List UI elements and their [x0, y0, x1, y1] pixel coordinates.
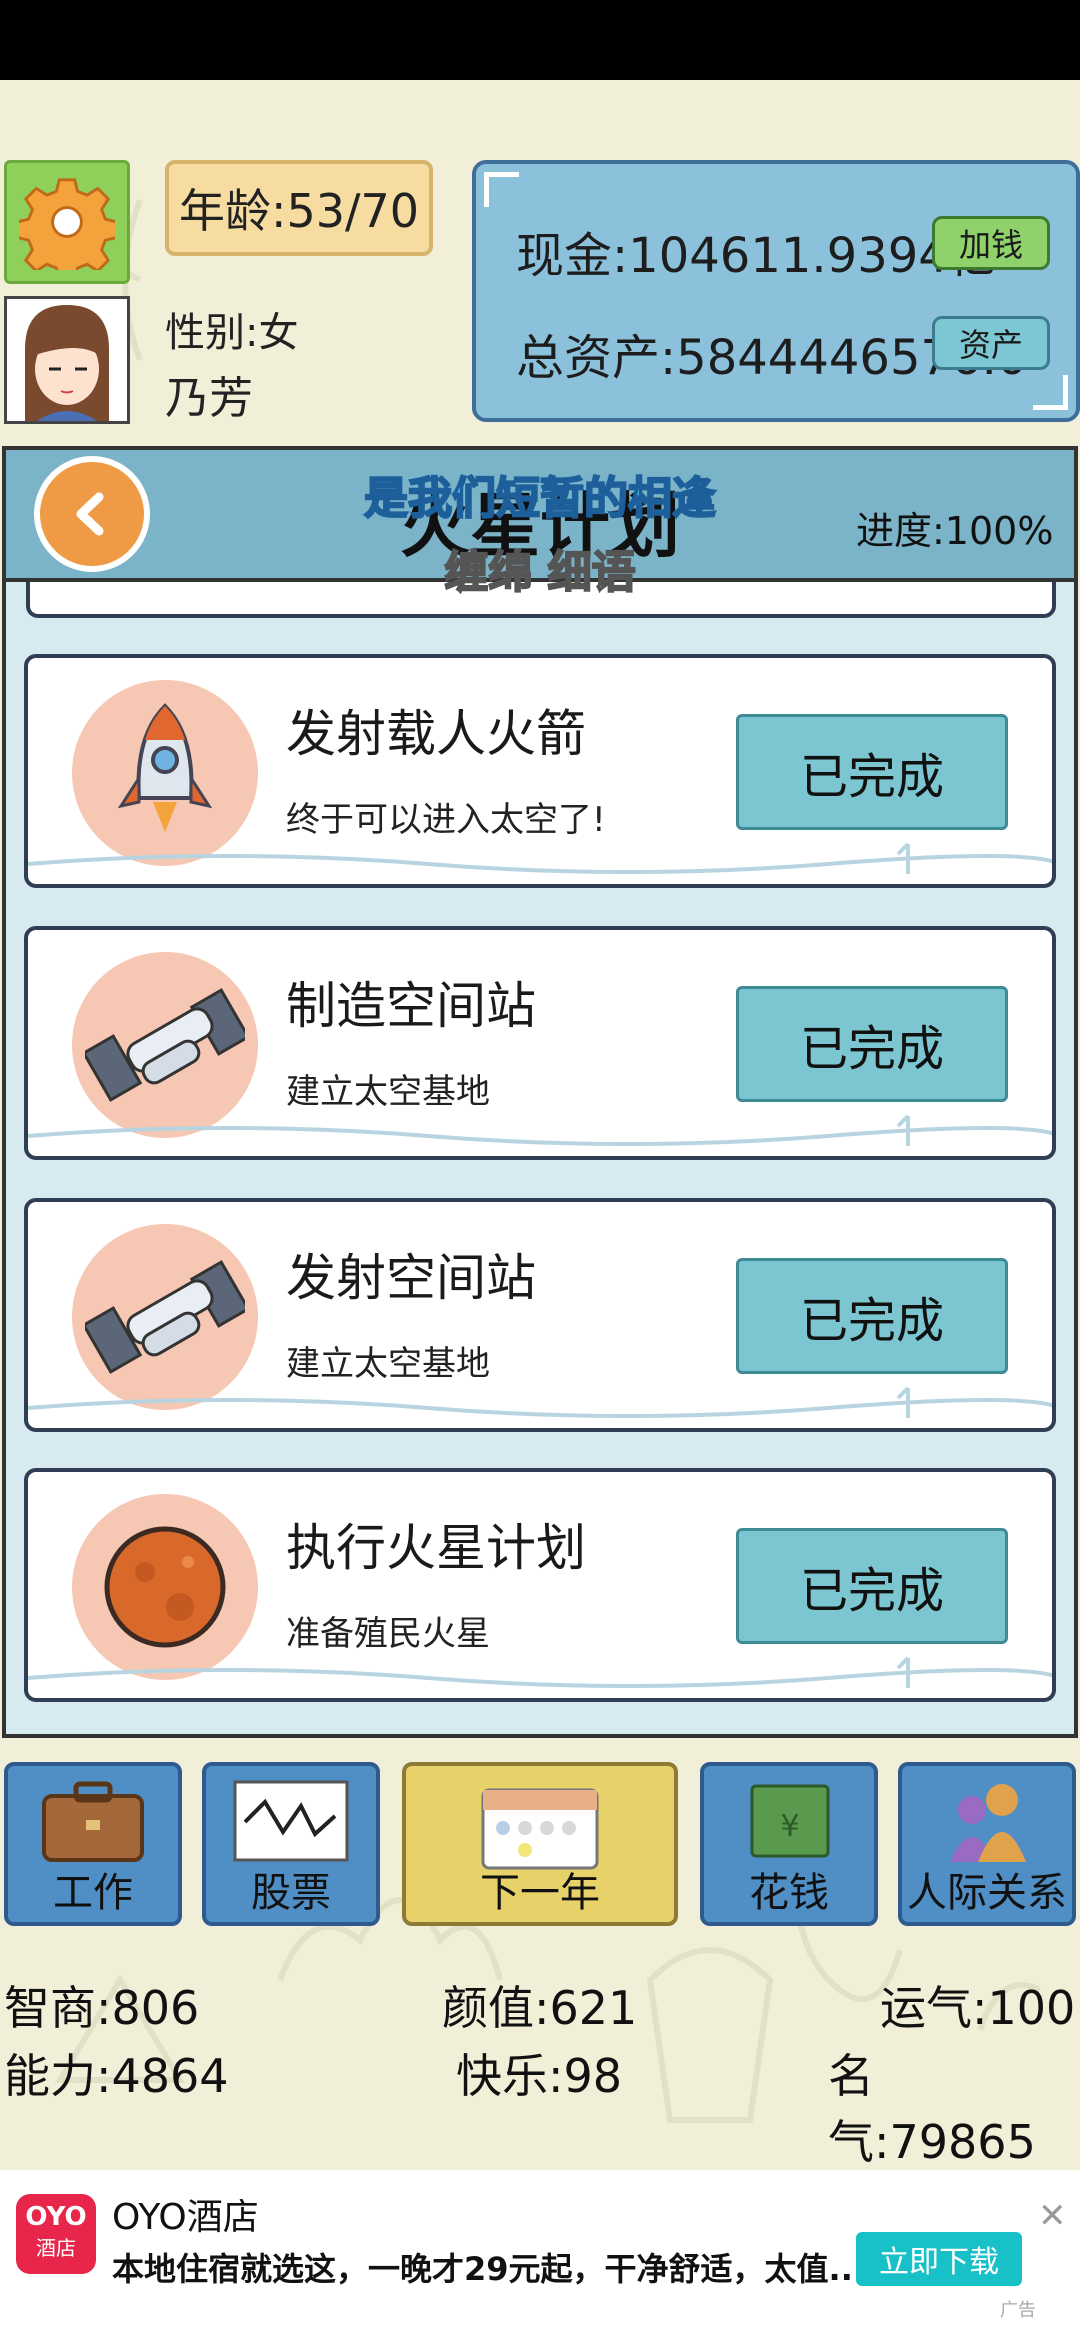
- task-title: 发射空间站: [286, 1249, 536, 1307]
- money-panel: 现金:104611.9394亿 总资产:5844446576.0 加钱 资产: [472, 160, 1080, 422]
- cash-stack-icon: ¥: [750, 1784, 830, 1858]
- task-card: 发射载人火箭 终于可以进入太空了! 已完成: [24, 654, 1056, 888]
- stat-fame: 名气:79865: [828, 2049, 1036, 2169]
- task-completed-button[interactable]: 已完成: [736, 1528, 1008, 1644]
- svg-text:¥: ¥: [780, 1809, 799, 1844]
- briefcase-icon: [42, 1781, 144, 1862]
- gender-label: 性别:女: [165, 310, 299, 356]
- oyo-logo: OYO 酒店: [16, 2194, 96, 2274]
- nav-label: 股票: [251, 1870, 331, 1916]
- nav-relations-button[interactable]: 人际关系: [898, 1762, 1076, 1926]
- nav-label: 花钱: [749, 1870, 829, 1916]
- ad-download-button[interactable]: 立即下载: [856, 2232, 1022, 2286]
- stock-chart-icon: [233, 1780, 349, 1862]
- settings-button[interactable]: [4, 160, 130, 284]
- player-name: 乃芳: [165, 373, 253, 424]
- task-title: 发射载人火箭: [286, 705, 586, 763]
- nav-stocks-button[interactable]: 股票: [202, 1762, 380, 1926]
- girl-portrait-icon: [7, 299, 127, 421]
- lyric-overlay-line: 是我们短暂的相逢: [363, 472, 717, 525]
- stat-iq: 智商:806: [4, 1981, 200, 2035]
- task-card: 发射空间站 建立太空基地 已完成: [24, 1198, 1056, 1432]
- snow-decoration: [28, 1114, 1052, 1146]
- nav-label: 工作: [53, 1870, 133, 1916]
- task-title: 执行火星计划: [286, 1519, 586, 1577]
- nav-spend-button[interactable]: ¥ 花钱: [700, 1762, 878, 1926]
- nav-label: 人际关系: [907, 1870, 1067, 1916]
- close-icon[interactable]: ✕: [1038, 2196, 1067, 2236]
- frame-corner: [1033, 375, 1068, 410]
- status-bar: [0, 0, 1080, 80]
- stat-happiness: 快乐:98: [456, 2049, 623, 2103]
- snow-decoration: [28, 842, 1052, 874]
- stat-ability: 能力:4864: [4, 2049, 229, 2103]
- nav-work-button[interactable]: 工作: [4, 1762, 182, 1926]
- task-card: 执行火星计划 准备殖民火星 已完成: [24, 1468, 1056, 1702]
- people-icon: [950, 1784, 1026, 1862]
- cash-value: 现金:104611.9394亿: [516, 228, 997, 284]
- avatar[interactable]: [4, 296, 130, 424]
- nav-next-year-button[interactable]: 下一年: [402, 1762, 678, 1926]
- calendar-icon: [481, 1788, 599, 1870]
- stat-looks: 颜值:621: [442, 1981, 638, 2035]
- task-card: 制造空间站 建立太空基地 已完成: [24, 926, 1056, 1160]
- age-display: 年龄:53/70: [165, 160, 433, 256]
- add-money-button[interactable]: 加钱: [932, 216, 1050, 270]
- task-completed-button[interactable]: 已完成: [736, 714, 1008, 830]
- assets-button[interactable]: 资产: [932, 316, 1050, 370]
- lyric-overlay-line: 缠绵 细语: [443, 546, 636, 599]
- ad-title: OYO酒店: [112, 2197, 259, 2238]
- ad-description: 本地住宿就选这，一晚才29元起，干净舒适，太值...: [112, 2250, 866, 2288]
- task-completed-button[interactable]: 已完成: [736, 1258, 1008, 1374]
- task-completed-button[interactable]: 已完成: [736, 986, 1008, 1102]
- snow-decoration: [28, 1656, 1052, 1688]
- ad-tag: 广告: [1000, 2300, 1036, 2321]
- frame-corner: [484, 172, 519, 207]
- snow-decoration: [28, 1386, 1052, 1418]
- nav-label: 下一年: [480, 1870, 600, 1916]
- stat-luck: 运气:100: [880, 1981, 1076, 2035]
- gear-icon: [19, 178, 115, 270]
- task-title: 制造空间站: [286, 977, 536, 1035]
